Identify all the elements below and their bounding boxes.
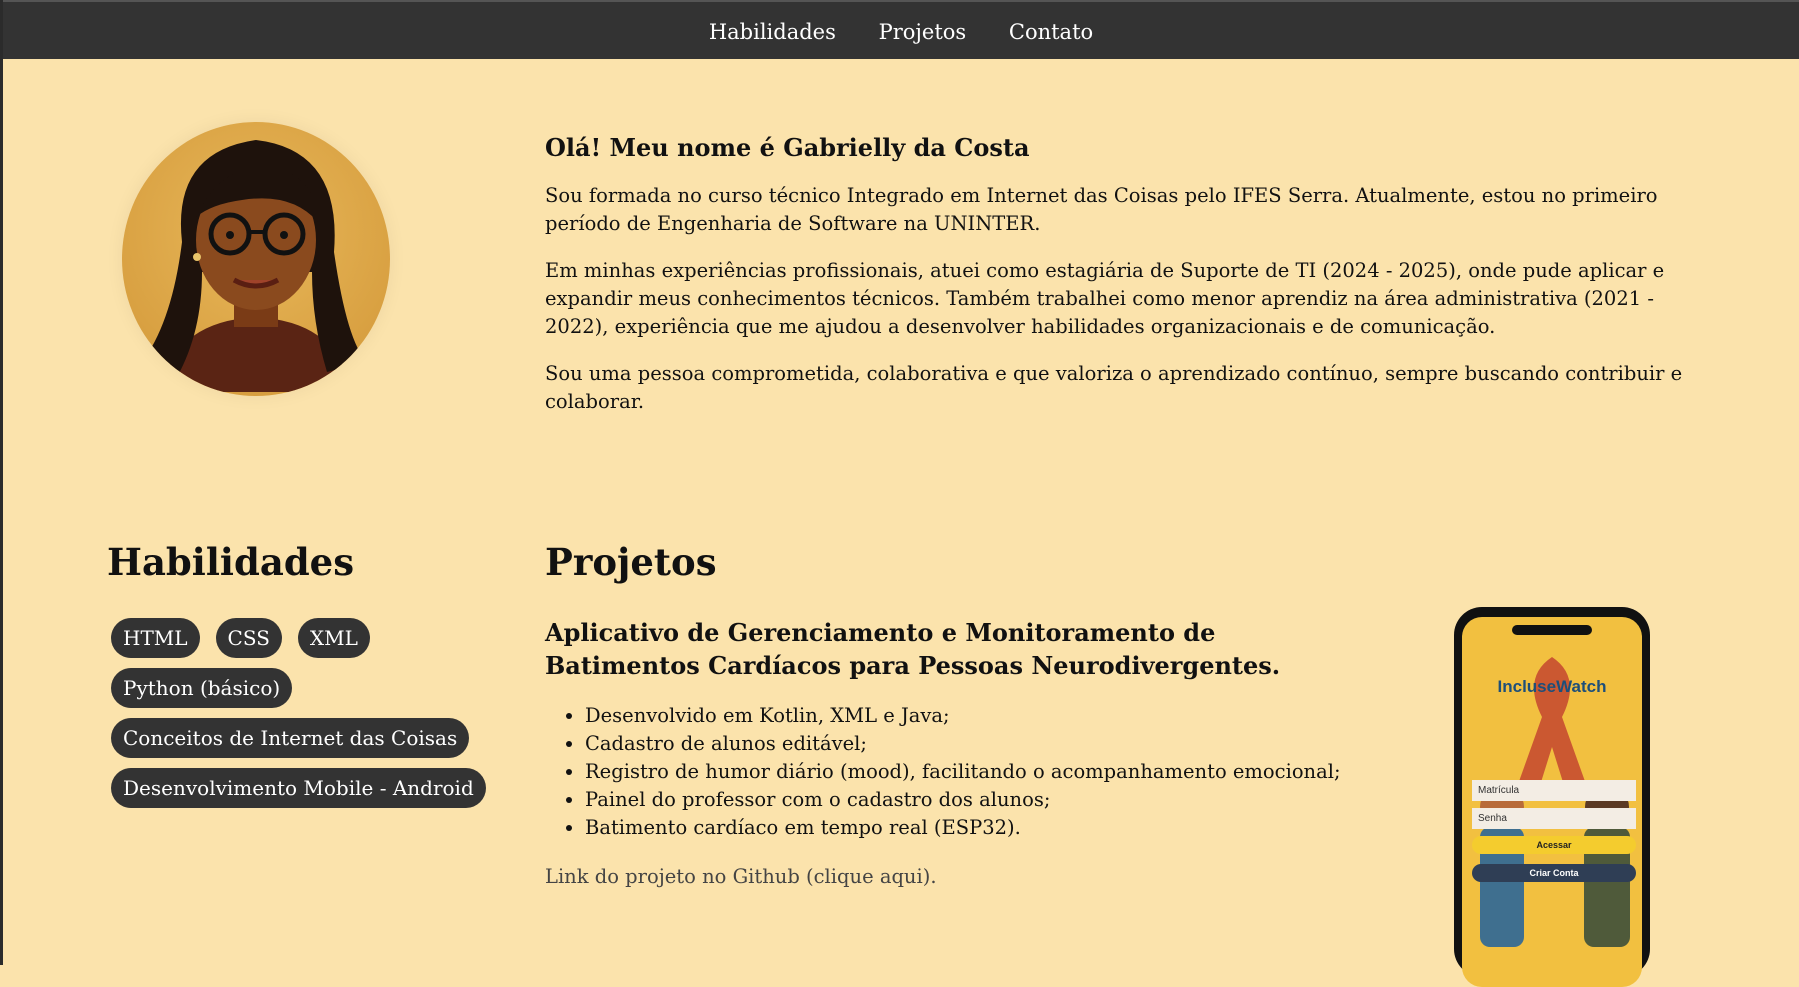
- app-name: IncluseWatch: [1497, 677, 1607, 696]
- projects-title: Projetos: [545, 540, 717, 584]
- nav-link-contato[interactable]: Contato: [1009, 20, 1093, 44]
- skill-pill: CSS: [215, 618, 282, 658]
- project-title: Aplicativo de Gerenciamento e Monitorame…: [545, 618, 1281, 680]
- list-item: Desenvolvido em Kotlin, XML e Java;: [585, 702, 1341, 730]
- top-navbar: Habilidades Projetos Contato: [3, 0, 1799, 59]
- profile-avatar: [122, 122, 390, 396]
- main-nav: Habilidades Projetos Contato: [3, 20, 1799, 44]
- list-item: Registro de humor diário (mood), facilit…: [585, 758, 1341, 786]
- avatar-illustration: [122, 122, 390, 396]
- greeting-heading: Olá! Meu nome é Gabrielly da Costa: [545, 133, 1030, 162]
- list-item: Cadastro de alunos editável;: [585, 730, 1341, 758]
- skill-pill: HTML: [111, 618, 200, 658]
- project-feature-list: Desenvolvido em Kotlin, XML e Java; Cada…: [545, 702, 1341, 842]
- list-item: Batimento cardíaco em tempo real (ESP32)…: [585, 814, 1341, 842]
- skill-pill: XML: [297, 618, 370, 658]
- skill-pill: Python (básico): [111, 668, 293, 708]
- about-paragraph-education: Sou formada no curso técnico Integrado e…: [545, 184, 1658, 235]
- nav-link-projetos[interactable]: Projetos: [879, 20, 967, 44]
- acessar-button: Acessar: [1472, 836, 1636, 854]
- skill-pill: Conceitos de Internet das Coisas: [111, 718, 470, 758]
- github-project-link[interactable]: Link do projeto no Github (clique aqui).: [545, 865, 937, 888]
- about-paragraph-personality: Sou uma pessoa comprometida, colaborativ…: [545, 362, 1683, 413]
- nav-link-habilidades[interactable]: Habilidades: [709, 20, 836, 44]
- phone-screen: IncluseWatch Matrícula Senha Acessar Cri…: [1462, 617, 1642, 987]
- skills-list: HTML CSS XML Python (básico) Conceitos de …: [107, 618, 487, 818]
- matricula-field: Matrícula: [1472, 780, 1636, 801]
- skills-title: Habilidades: [107, 540, 355, 584]
- skill-pill: Desenvolvimento Mobile - Android: [111, 768, 486, 808]
- criar-conta-button: Criar Conta: [1472, 864, 1636, 882]
- about-paragraph-experience: Em minhas experiências profissionais, at…: [545, 259, 1665, 338]
- list-item: Painel do professor com o cadastro dos a…: [585, 786, 1341, 814]
- about-section: Olá! Meu nome é Gabrielly da Costa Sou f…: [545, 133, 1705, 435]
- ribbon-illustration-icon: [1480, 657, 1630, 947]
- senha-field: Senha: [1472, 808, 1636, 829]
- project-phone-mockup: IncluseWatch Matrícula Senha Acessar Cri…: [1454, 607, 1650, 987]
